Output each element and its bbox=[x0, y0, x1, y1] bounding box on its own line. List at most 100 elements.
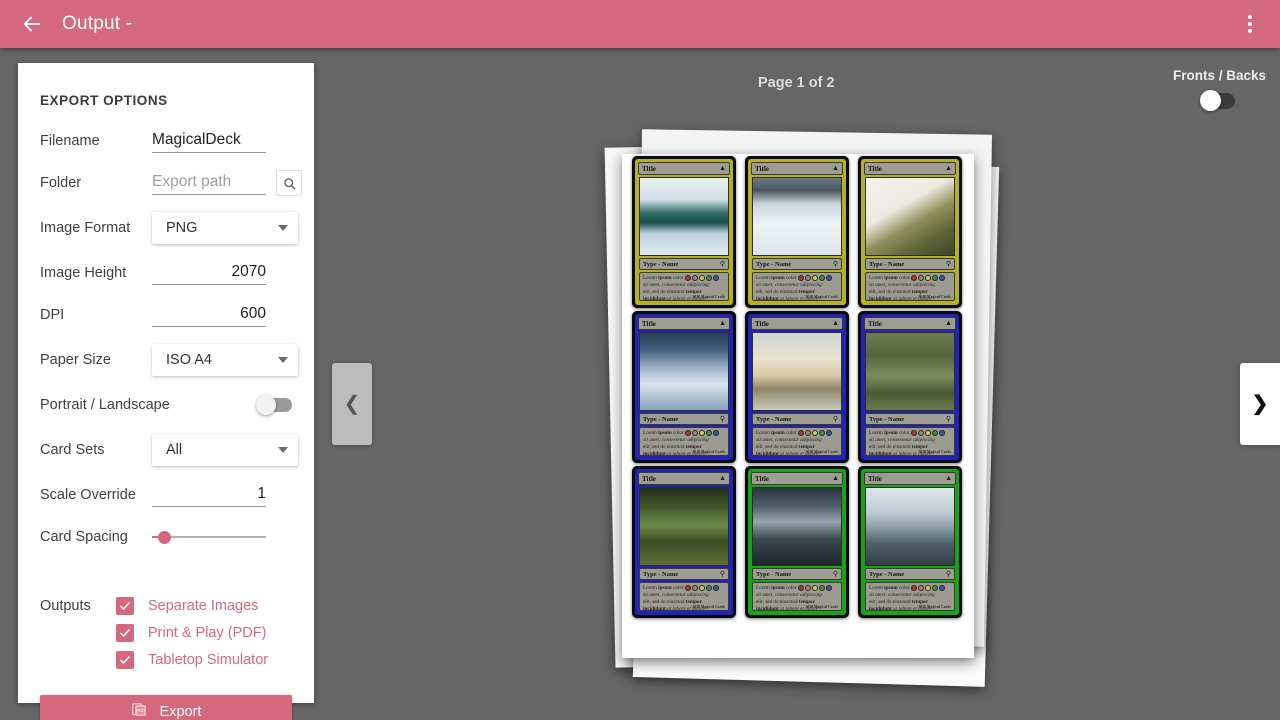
output-label-tabletop-simulator[interactable]: Tabletop Simulator bbox=[148, 652, 268, 668]
outputs-group: Outputs Separate Images Print & Play (PD… bbox=[18, 592, 314, 673]
card-inner: Title ▲ Type - Name ⚲ Lorem ipsum color sit a… bbox=[636, 315, 732, 459]
card-spacing-label: Card Spacing bbox=[40, 529, 128, 545]
card-art bbox=[752, 332, 842, 411]
card-type-bar: Type - Name ⚲ bbox=[639, 258, 729, 270]
scale-override-input[interactable] bbox=[152, 483, 266, 507]
leaf-icon: ⚲ bbox=[945, 416, 951, 423]
mana-symbols bbox=[684, 585, 719, 591]
checkbox-print-and-play[interactable] bbox=[116, 623, 134, 642]
tree-icon: ▲ bbox=[832, 165, 839, 172]
row-paper-size: Paper Size ISO A4 bbox=[18, 338, 314, 382]
slider-thumb[interactable] bbox=[158, 530, 171, 544]
card-title-bar: Title ▲ bbox=[638, 472, 730, 485]
output-row-1: Print & Play (PDF) bbox=[40, 619, 292, 646]
tree-icon: ▲ bbox=[719, 475, 726, 482]
card-text-box: Lorem ipsum color sit amet, consectetur a… bbox=[865, 427, 955, 456]
chevron-left-icon: ❮ bbox=[343, 393, 361, 415]
card-type-bar: Type - Name ⚲ bbox=[752, 568, 842, 580]
output-label-print-and-play[interactable]: Print & Play (PDF) bbox=[148, 625, 266, 641]
card-preview[interactable]: Title ▲ Type - Name ⚲ Lorem ipsum color sit a… bbox=[632, 311, 736, 463]
card-preview[interactable]: Title ▲ Type - Name ⚲ Lorem ipsum color sit a… bbox=[858, 156, 962, 308]
card-preview[interactable]: Title ▲ Type - Name ⚲ Lorem ipsum color sit a… bbox=[745, 466, 849, 618]
orientation-label: Portrait / Landscape bbox=[40, 397, 170, 413]
checkbox-separate-images[interactable] bbox=[116, 596, 134, 615]
image-height-control bbox=[152, 261, 292, 285]
card-type-bar: Type - Name ⚲ bbox=[639, 568, 729, 580]
card-type-line: Type - Name bbox=[869, 570, 905, 578]
checkbox-tabletop-simulator[interactable] bbox=[116, 650, 134, 669]
card-art bbox=[639, 487, 729, 566]
card-title-bar: Title ▲ bbox=[638, 317, 730, 330]
scale-override-control bbox=[152, 483, 292, 507]
output-row-0: Outputs Separate Images bbox=[40, 592, 292, 619]
card-title-bar: Title ▲ bbox=[751, 472, 843, 485]
card-title: Title bbox=[642, 164, 656, 173]
next-page-button[interactable]: ❯ bbox=[1240, 363, 1280, 445]
card-text-box: Lorem ipsum color sit amet, consectetur a… bbox=[752, 272, 842, 301]
overflow-menu-icon[interactable] bbox=[1226, 0, 1274, 48]
card-art bbox=[639, 177, 729, 256]
card-footer-text: 2018 Magical Cards bbox=[805, 605, 838, 609]
previous-page-button[interactable]: ❮ bbox=[332, 363, 372, 445]
image-format-dropdown[interactable]: PNG bbox=[152, 212, 298, 244]
fronts-backs-label: Fronts / Backs bbox=[1172, 68, 1266, 83]
chevron-down-icon bbox=[278, 447, 288, 453]
card-spacing-slider[interactable] bbox=[152, 527, 266, 547]
toggle-knob bbox=[1200, 90, 1222, 111]
leaf-icon: ⚲ bbox=[832, 416, 838, 423]
card-inner: Title ▲ Type - Name ⚲ Lorem ipsum color sit a… bbox=[862, 160, 958, 304]
mana-symbols bbox=[910, 275, 945, 281]
card-footer-text: 2018 Magical Cards bbox=[805, 295, 838, 299]
row-card-sets: Card Sets All bbox=[18, 428, 314, 472]
card-sets-control: All bbox=[152, 434, 298, 466]
card-art bbox=[865, 332, 955, 411]
search-icon[interactable] bbox=[276, 170, 302, 196]
card-preview[interactable]: Title ▲ Type - Name ⚲ Lorem ipsum color sit a… bbox=[858, 311, 962, 463]
dpi-control bbox=[152, 303, 292, 327]
export-button[interactable]: PDF Export bbox=[40, 695, 292, 720]
output-row-2: Tabletop Simulator bbox=[40, 646, 292, 673]
back-arrow-icon[interactable] bbox=[8, 0, 56, 48]
folder-control bbox=[152, 170, 302, 196]
card-preview[interactable]: Title ▲ Type - Name ⚲ Lorem ipsum color sit a… bbox=[632, 466, 736, 618]
card-text-box: Lorem ipsum color sit amet, consectetur a… bbox=[639, 427, 729, 456]
fronts-backs-group: Fronts / Backs bbox=[1172, 68, 1266, 111]
paper-size-dropdown[interactable]: ISO A4 bbox=[152, 344, 298, 376]
card-sets-dropdown[interactable]: All bbox=[152, 434, 298, 466]
card-footer-text: 2018 Magical Cards bbox=[692, 295, 725, 299]
card-preview[interactable]: Title ▲ Type - Name ⚲ Lorem ipsum color sit a… bbox=[745, 311, 849, 463]
card-preview[interactable]: Title ▲ Type - Name ⚲ Lorem ipsum color sit a… bbox=[858, 466, 962, 618]
card-title-bar: Title ▲ bbox=[864, 317, 956, 330]
row-image-height: Image Height bbox=[18, 254, 314, 292]
row-folder: Folder bbox=[18, 164, 314, 202]
card-footer-text: 2018 Magical Cards bbox=[918, 605, 951, 609]
image-format-label: Image Format bbox=[40, 220, 131, 236]
export-button-label: Export bbox=[159, 704, 202, 720]
pdf-file-icon: PDF bbox=[131, 701, 148, 720]
app-root: Output - EXPORT OPTIONS Filename Folder bbox=[0, 0, 1280, 720]
mana-symbols bbox=[910, 430, 945, 436]
card-inner: Title ▲ Type - Name ⚲ Lorem ipsum color sit a… bbox=[862, 470, 958, 614]
card-type-bar: Type - Name ⚲ bbox=[865, 258, 955, 270]
fronts-backs-toggle[interactable] bbox=[1200, 90, 1236, 111]
card-preview[interactable]: Title ▲ Type - Name ⚲ Lorem ipsum color sit a… bbox=[632, 156, 736, 308]
card-text-box: Lorem ipsum color sit amet, consectetur a… bbox=[865, 272, 955, 301]
filename-input[interactable] bbox=[152, 129, 266, 153]
folder-input[interactable] bbox=[152, 171, 266, 195]
image-height-input[interactable] bbox=[152, 261, 266, 285]
card-spacing-control bbox=[152, 527, 292, 547]
orientation-toggle[interactable] bbox=[256, 395, 292, 415]
tree-icon: ▲ bbox=[832, 475, 839, 482]
row-image-format: Image Format PNG bbox=[18, 206, 314, 250]
card-title: Title bbox=[868, 474, 882, 483]
output-label-separate-images[interactable]: Separate Images bbox=[148, 598, 258, 614]
dpi-input[interactable] bbox=[152, 303, 266, 327]
card-inner: Title ▲ Type - Name ⚲ Lorem ipsum color sit a… bbox=[749, 160, 845, 304]
card-preview[interactable]: Title ▲ Type - Name ⚲ Lorem ipsum color sit a… bbox=[745, 156, 849, 308]
card-title: Title bbox=[755, 474, 769, 483]
leaf-icon: ⚲ bbox=[719, 261, 725, 268]
toggle-knob bbox=[256, 395, 276, 415]
svg-text:PDF: PDF bbox=[136, 708, 145, 713]
orientation-control bbox=[170, 395, 292, 415]
card-type-bar: Type - Name ⚲ bbox=[752, 258, 842, 270]
